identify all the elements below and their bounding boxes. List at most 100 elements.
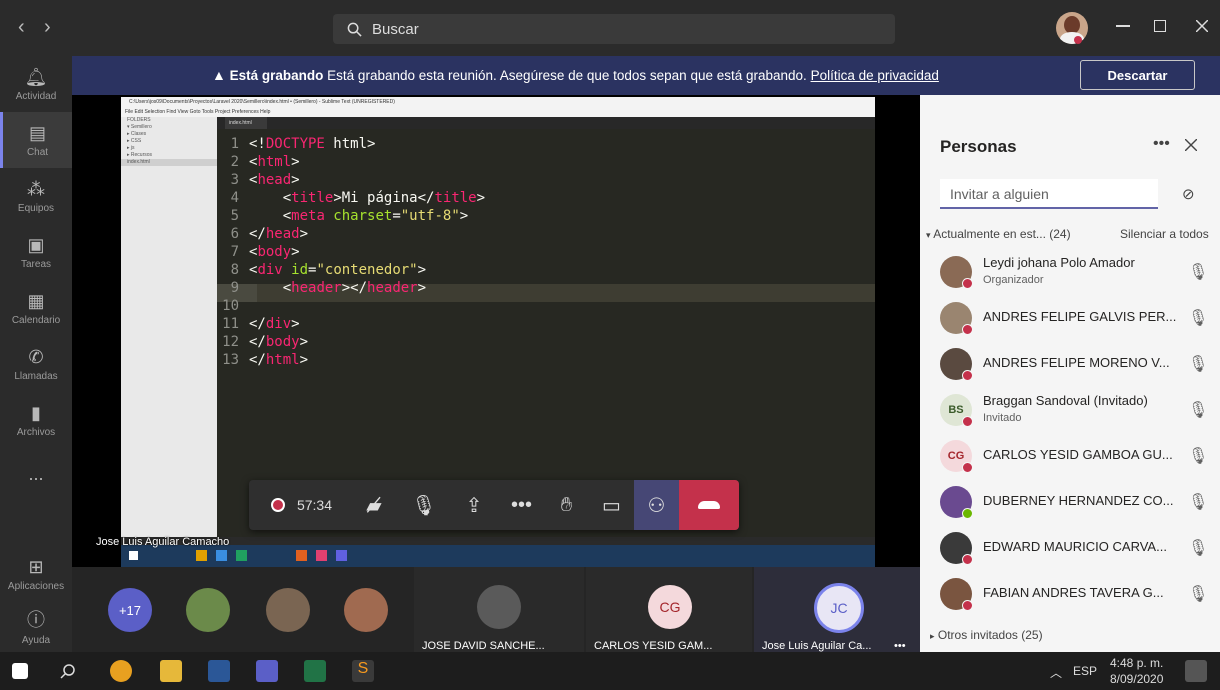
participant-row[interactable]: FABIAN ANDRES TAVERA G... 🎙︎ <box>940 572 1212 618</box>
rail-item-calendar[interactable]: ▦ Calendario <box>0 280 72 336</box>
back-arrow-icon[interactable]: ‹ <box>18 16 25 39</box>
participant-tile[interactable]: JC Jose Luis Aguilar Ca... ••• <box>754 567 920 652</box>
code-token: header <box>291 280 342 296</box>
leave-call-button[interactable] <box>679 480 739 530</box>
file-explorer-icon[interactable] <box>160 660 182 682</box>
mic-muted-icon[interactable]: 🎙︎ <box>1188 492 1208 512</box>
line-number: 7 <box>230 244 239 260</box>
language-indicator[interactable]: ESP <box>1073 664 1097 678</box>
rail-item-help[interactable]: ⓘ Ayuda <box>0 598 72 654</box>
mic-muted-icon[interactable]: 🎙︎ <box>1188 446 1208 466</box>
code-token: > <box>459 208 469 224</box>
mic-off-icon: 🎙︎ <box>411 494 437 517</box>
code-token: > <box>291 244 300 260</box>
rail-item-chat[interactable]: ▤ Chat <box>0 112 72 168</box>
banner-text: ▲ Está grabando Está grabando esta reuni… <box>212 67 939 83</box>
participant-tile[interactable]: JOSE DAVID SANCHE... <box>414 567 584 652</box>
rail-label: Tareas <box>20 258 51 270</box>
participant-row[interactable]: ANDRES FELIPE MORENO V... 🎙︎ <box>940 342 1212 388</box>
participant-row[interactable]: EDWARD MAURICIO CARVA... 🎙︎ <box>940 526 1212 572</box>
minimize-icon[interactable] <box>1116 25 1130 27</box>
participant-video-thumb <box>266 588 310 632</box>
search-box[interactable]: Buscar <box>333 14 895 44</box>
participant-name: CARLOS YESID GAMBOA GU... <box>983 447 1173 462</box>
mic-off-button[interactable]: 🎙︎ <box>399 480 449 530</box>
teams-icon: ⁂ <box>27 178 45 199</box>
close-panel-icon[interactable] <box>1185 139 1197 151</box>
files-icon: ▮ <box>31 402 41 423</box>
rail-item-tasks[interactable]: ▣ Tareas <box>0 224 72 280</box>
windows-start-icon[interactable] <box>12 663 28 679</box>
chrome-icon[interactable] <box>110 660 132 682</box>
calendar-icon: ▦ <box>27 290 45 311</box>
forward-arrow-icon[interactable]: › <box>44 16 51 39</box>
participants-button[interactable]: ⚇ <box>634 480 679 530</box>
code-token: head <box>257 172 292 188</box>
rail-item-files[interactable]: ▮ Archivos <box>0 392 72 448</box>
code-token: title <box>434 190 477 206</box>
code-token: </ <box>249 334 266 350</box>
participant-row[interactable]: ANDRES FELIPE GALVIS PER... 🎙︎ <box>940 296 1212 342</box>
others-section[interactable]: ▸ Otros invitados (25) <box>930 628 1043 642</box>
rail-item-teams[interactable]: ⁂ Equipos <box>0 168 72 224</box>
code-line: 10 <box>217 297 817 315</box>
search-icon[interactable] <box>60 663 76 679</box>
invite-input[interactable]: Invitar a alguien <box>940 179 1158 209</box>
maximize-icon[interactable] <box>1154 20 1166 32</box>
recording-dot-icon <box>270 498 285 512</box>
more-participants-badge[interactable]: +17 <box>108 588 152 632</box>
mic-muted-icon[interactable]: 🎙︎ <box>1188 262 1208 282</box>
excel-icon[interactable] <box>304 660 326 682</box>
participant-role: Organizador <box>983 274 1044 286</box>
notifications-icon[interactable] <box>1185 660 1207 682</box>
code-token: = <box>392 208 401 224</box>
mic-muted-icon[interactable]: 🎙︎ <box>1188 354 1208 374</box>
user-avatar[interactable] <box>1056 12 1088 44</box>
rail-item-apps[interactable]: ⊞ Aplicaciones <box>0 546 72 602</box>
chevron-up-icon[interactable]: ︿ <box>1050 664 1062 681</box>
more-actions-button[interactable]: ••• <box>499 480 544 530</box>
panel-more-icon[interactable]: ••• <box>1153 135 1170 153</box>
mic-muted-icon[interactable]: 🎙︎ <box>1188 584 1208 604</box>
code-token: DOCTYPE <box>265 136 325 152</box>
folder-item: ▸ Clases <box>127 131 147 137</box>
line-number: 8 <box>230 262 239 278</box>
word-icon[interactable] <box>208 660 230 682</box>
line-number: 10 <box>222 298 239 314</box>
panel-title: Personas <box>940 137 1017 156</box>
privacy-link[interactable]: Política de privacidad <box>811 68 939 83</box>
search-placeholder: Buscar <box>372 20 419 38</box>
rail-item-more[interactable]: ... <box>0 448 72 504</box>
share-link-icon[interactable]: ⊘ <box>1182 185 1195 203</box>
mute-all-button[interactable]: Silenciar a todos <box>1120 227 1209 241</box>
presence-badge <box>962 324 973 335</box>
share-button[interactable]: ⇪ <box>449 480 499 530</box>
folder-item: index.html <box>121 159 217 166</box>
mic-muted-icon[interactable]: 🎙︎ <box>1188 400 1208 420</box>
participant-name: CARLOS YESID GAM... <box>594 640 713 652</box>
code-token: </ <box>249 316 266 332</box>
section-header[interactable]: ▾ Actualmente en est... (24) <box>926 227 1071 241</box>
mic-muted-icon[interactable]: 🎙︎ <box>1188 538 1208 558</box>
participant-tile[interactable]: CG CARLOS YESID GAM... <box>586 567 752 652</box>
raise-hand-button[interactable]: ✋︎ <box>544 480 589 530</box>
tile-more-icon[interactable]: ••• <box>894 640 906 652</box>
participant-row[interactable]: BS Braggan Sandoval (Invitado) Invitado 🎙︎ <box>940 388 1212 434</box>
sublime-icon[interactable]: S <box>352 660 374 682</box>
participant-row[interactable]: CG CARLOS YESID GAMBOA GU... 🎙︎ <box>940 434 1212 480</box>
participant-row[interactable]: DUBERNEY HERNANDEZ CO... 🎙︎ <box>940 480 1212 526</box>
teams-icon[interactable] <box>256 660 278 682</box>
mic-muted-icon[interactable]: 🎙︎ <box>1188 308 1208 328</box>
rail-item-activity[interactable]: 🔔︎ Actividad <box>0 56 72 112</box>
phone-icon: ✆ <box>28 346 44 367</box>
code-token: body <box>257 244 292 260</box>
dismiss-button[interactable]: Descartar <box>1080 60 1195 90</box>
participant-avatar: JC <box>814 583 864 633</box>
code-token: div <box>257 262 283 278</box>
line-number: 3 <box>230 172 239 188</box>
participant-row[interactable]: Leydi johana Polo Amador Organizador 🎙︎ <box>940 250 1212 296</box>
camera-off-button[interactable]: ▰̸ <box>349 480 399 530</box>
rail-item-calls[interactable]: ✆ Llamadas <box>0 336 72 392</box>
close-icon[interactable] <box>1196 20 1208 32</box>
chat-button[interactable]: ▭ <box>589 480 634 530</box>
